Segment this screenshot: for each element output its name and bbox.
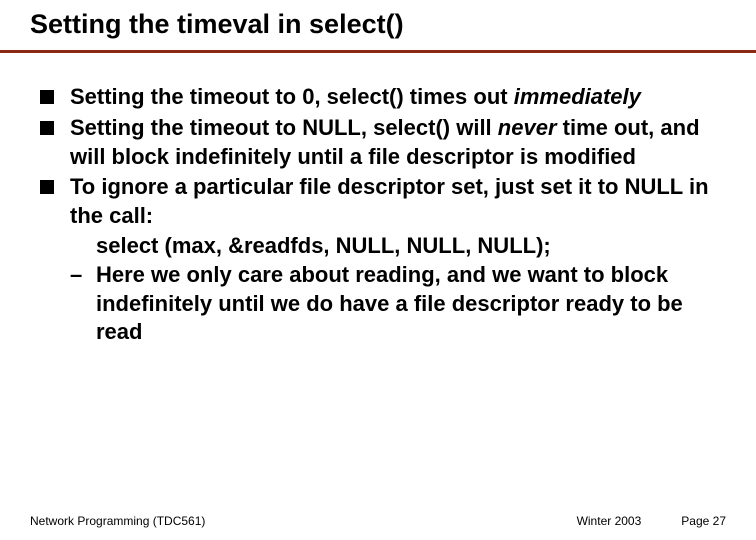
bullet-3-pre: To ignore a particular file descriptor s…: [70, 174, 709, 228]
bullet-square-icon: [40, 121, 54, 135]
bullet-square-icon: [40, 90, 54, 104]
dash-icon: –: [70, 261, 88, 290]
footer-term: Winter 2003: [577, 514, 642, 528]
footer: Network Programming (TDC561) Winter 2003…: [0, 514, 756, 528]
bullet-2-pre: Setting the timeout to NULL, select() wi…: [70, 115, 498, 140]
bullet-1-text: Setting the timeout to 0, select() times…: [70, 83, 716, 112]
slide: Setting the timeval in select() Setting …: [0, 0, 756, 540]
bullet-1-pre: Setting the timeout to 0, select() times…: [70, 84, 514, 109]
bullet-1: Setting the timeout to 0, select() times…: [40, 83, 716, 112]
sub-bullet-1-text: Here we only care about reading, and we …: [96, 261, 716, 347]
bullet-2-em: never: [498, 115, 557, 140]
slide-body: Setting the timeout to 0, select() times…: [0, 53, 756, 346]
bullet-1-em: immediately: [514, 84, 641, 109]
bullet-2: Setting the timeout to NULL, select() wi…: [40, 114, 716, 171]
footer-left: Network Programming (TDC561): [30, 514, 205, 528]
code-line: select (max, &readfds, NULL, NULL, NULL)…: [96, 232, 716, 261]
footer-page-number: 27: [713, 514, 726, 528]
title-area: Setting the timeval in select(): [0, 0, 756, 40]
bullet-square-icon: [40, 180, 54, 194]
bullet-3: To ignore a particular file descriptor s…: [40, 173, 716, 230]
footer-right: Winter 2003 Page 27: [577, 514, 726, 528]
footer-page: Page 27: [681, 514, 726, 528]
bullet-2-text: Setting the timeout to NULL, select() wi…: [70, 114, 716, 171]
bullet-3-text: To ignore a particular file descriptor s…: [70, 173, 716, 230]
slide-title: Setting the timeval in select(): [30, 8, 756, 40]
footer-page-label: Page: [681, 514, 709, 528]
sub-bullet-1: – Here we only care about reading, and w…: [70, 261, 716, 347]
